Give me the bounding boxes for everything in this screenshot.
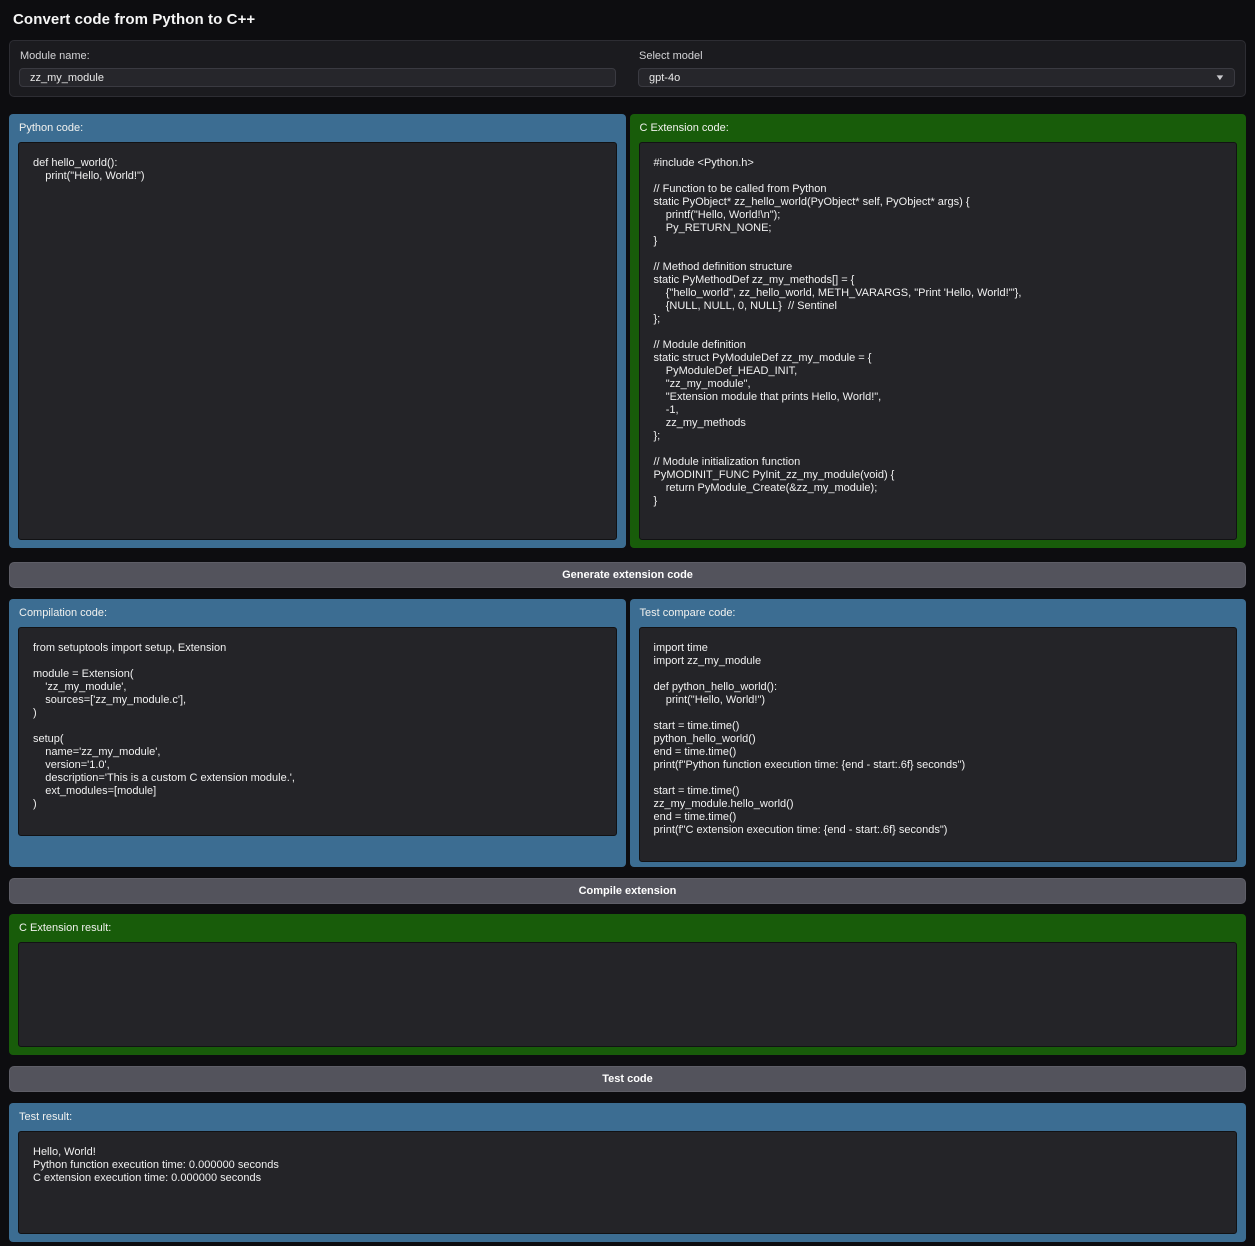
test-compare-code-panel: Test compare code: import time import zz… [630,599,1247,867]
compilation-code-textarea[interactable]: from setuptools import setup, Extension … [18,627,617,836]
model-dropdown-value: gpt-4o [649,72,680,84]
python-code-panel: Python code: def hello_world(): print("H… [9,114,626,548]
select-model-label: Select model [639,50,1235,62]
compilation-code-panel: Compilation code: from setuptools import… [9,599,626,867]
test-compare-code-textarea[interactable]: import time import zz_my_module def pyth… [639,627,1238,862]
compilation-code-label: Compilation code: [19,607,617,619]
module-name-label: Module name: [20,50,616,62]
test-result-textarea[interactable]: Hello, World! Python function execution … [18,1131,1237,1234]
c-extension-code-panel: C Extension code: #include <Python.h> //… [630,114,1247,548]
c-extension-code-label: C Extension code: [640,122,1238,134]
model-dropdown[interactable]: gpt-4o ▼ [638,68,1235,87]
module-name-input[interactable] [19,68,616,87]
generate-extension-code-button[interactable]: Generate extension code [9,562,1246,588]
python-code-textarea[interactable]: def hello_world(): print("Hello, World!"… [18,142,617,540]
select-model-field-group: Select model gpt-4o ▼ [638,50,1235,87]
test-compare-code-label: Test compare code: [640,607,1238,619]
form-row: Module name: Select model gpt-4o ▼ [9,40,1246,97]
c-extension-result-panel: C Extension result: [9,914,1246,1055]
chevron-down-icon: ▼ [1214,73,1225,82]
compile-extension-button[interactable]: Compile extension [9,878,1246,904]
compile-row: Compilation code: from setuptools import… [9,599,1246,867]
module-name-field-group: Module name: [19,50,616,87]
page-title: Convert code from Python to C++ [13,11,1246,28]
python-code-label: Python code: [19,122,617,134]
test-result-panel: Test result: Hello, World! Python functi… [9,1103,1246,1242]
c-extension-result-label: C Extension result: [19,922,1237,934]
test-result-label: Test result: [19,1111,1237,1123]
code-row: Python code: def hello_world(): print("H… [9,114,1246,548]
c-extension-code-textarea[interactable]: #include <Python.h> // Function to be ca… [639,142,1238,540]
c-extension-result-textarea[interactable] [18,942,1237,1047]
test-code-button[interactable]: Test code [9,1066,1246,1092]
